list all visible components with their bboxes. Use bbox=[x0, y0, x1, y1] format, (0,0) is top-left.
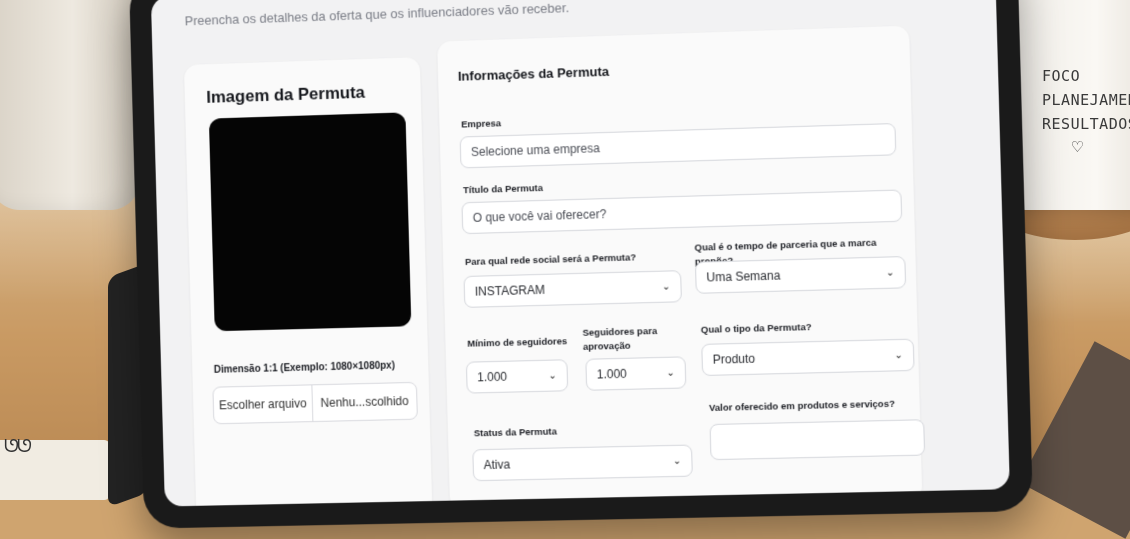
status-select[interactable]: Ativa ⌄ bbox=[472, 444, 693, 482]
image-card: Imagem da Permuta Dimensão 1:1 (Exemplo:… bbox=[183, 57, 433, 507]
chevron-down-icon: ⌄ bbox=[894, 349, 904, 361]
mug-lettering: FOCO PLANEJAMENT RESULTADOS ♡ bbox=[1042, 64, 1130, 160]
info-card-title: Informações da Permuta bbox=[457, 63, 610, 84]
barter-type-label: Qual o tipo da Permuta? bbox=[700, 322, 812, 336]
page-subtitle: Preencha os detalhes da oferta que os in… bbox=[184, 0, 570, 29]
approval-followers-value: 1.000 bbox=[596, 366, 627, 382]
chevron-down-icon: ⌄ bbox=[661, 280, 671, 293]
social-network-label: Para qual rede social será a Permuta? bbox=[464, 252, 637, 268]
barter-type-value: Produto bbox=[712, 351, 756, 367]
min-followers-select[interactable]: 1.000 ⌄ bbox=[465, 359, 569, 394]
info-card: Informações da Permuta Empresa Selecione… bbox=[437, 25, 926, 507]
file-input[interactable]: Escolher arquivo Nenhu...scolhido bbox=[212, 381, 418, 425]
partnership-time-select[interactable]: Uma Semana ⌄ bbox=[694, 256, 907, 294]
notebook-rings: ᘎᘎ bbox=[4, 436, 32, 456]
social-network-select[interactable]: INSTAGRAM ⌄ bbox=[463, 270, 682, 308]
mug-line: FOCO bbox=[1042, 67, 1081, 85]
chevron-down-icon: ⌄ bbox=[885, 266, 895, 279]
title-label: Título da Permuta bbox=[462, 182, 544, 197]
mug-line: PLANEJAMENT bbox=[1042, 91, 1130, 109]
choose-file-button[interactable]: Escolher arquivo bbox=[213, 385, 314, 424]
heart-icon: ♡ bbox=[1072, 137, 1084, 158]
left-mug bbox=[0, 0, 140, 210]
chevron-down-icon: ⌄ bbox=[666, 367, 676, 379]
dimension-hint: Dimensão 1:1 (Exemplo: 1080×1080px) bbox=[213, 360, 396, 376]
partnership-time-value: Uma Semana bbox=[706, 268, 781, 285]
tablet-screen: Preencha os detalhes da oferta que os in… bbox=[150, 0, 1010, 507]
image-card-title: Imagem da Permuta bbox=[206, 82, 366, 107]
offered-value-input[interactable] bbox=[709, 419, 926, 461]
approval-followers-select[interactable]: 1.000 ⌄ bbox=[585, 356, 687, 391]
approval-followers-label: Seguidores para aprovação bbox=[582, 325, 658, 353]
file-status: Nenhu...scolhido bbox=[320, 393, 409, 410]
chevron-down-icon: ⌄ bbox=[548, 369, 557, 382]
status-value: Ativa bbox=[483, 457, 511, 473]
title-placeholder: O que você vai oferecer? bbox=[472, 207, 607, 225]
chevron-down-icon: ⌄ bbox=[672, 455, 682, 467]
company-label: Empresa bbox=[461, 118, 502, 131]
status-label: Status da Permuta bbox=[473, 426, 557, 440]
min-followers-label: Mínimo de seguidores bbox=[467, 336, 568, 350]
company-placeholder: Selecione uma empresa bbox=[470, 141, 601, 160]
offered-value-label: Valor oferecido em produtos e serviços? bbox=[708, 398, 896, 415]
mug-line: RESULTADOS bbox=[1042, 115, 1130, 133]
barter-type-select[interactable]: Produto ⌄ bbox=[701, 338, 915, 377]
tablet: Preencha os detalhes da oferta que os in… bbox=[128, 0, 1034, 529]
social-network-value: INSTAGRAM bbox=[474, 282, 546, 299]
company-select[interactable]: Selecione uma empresa bbox=[459, 122, 897, 169]
min-followers-value: 1.000 bbox=[477, 369, 508, 385]
image-preview[interactable] bbox=[208, 112, 412, 332]
